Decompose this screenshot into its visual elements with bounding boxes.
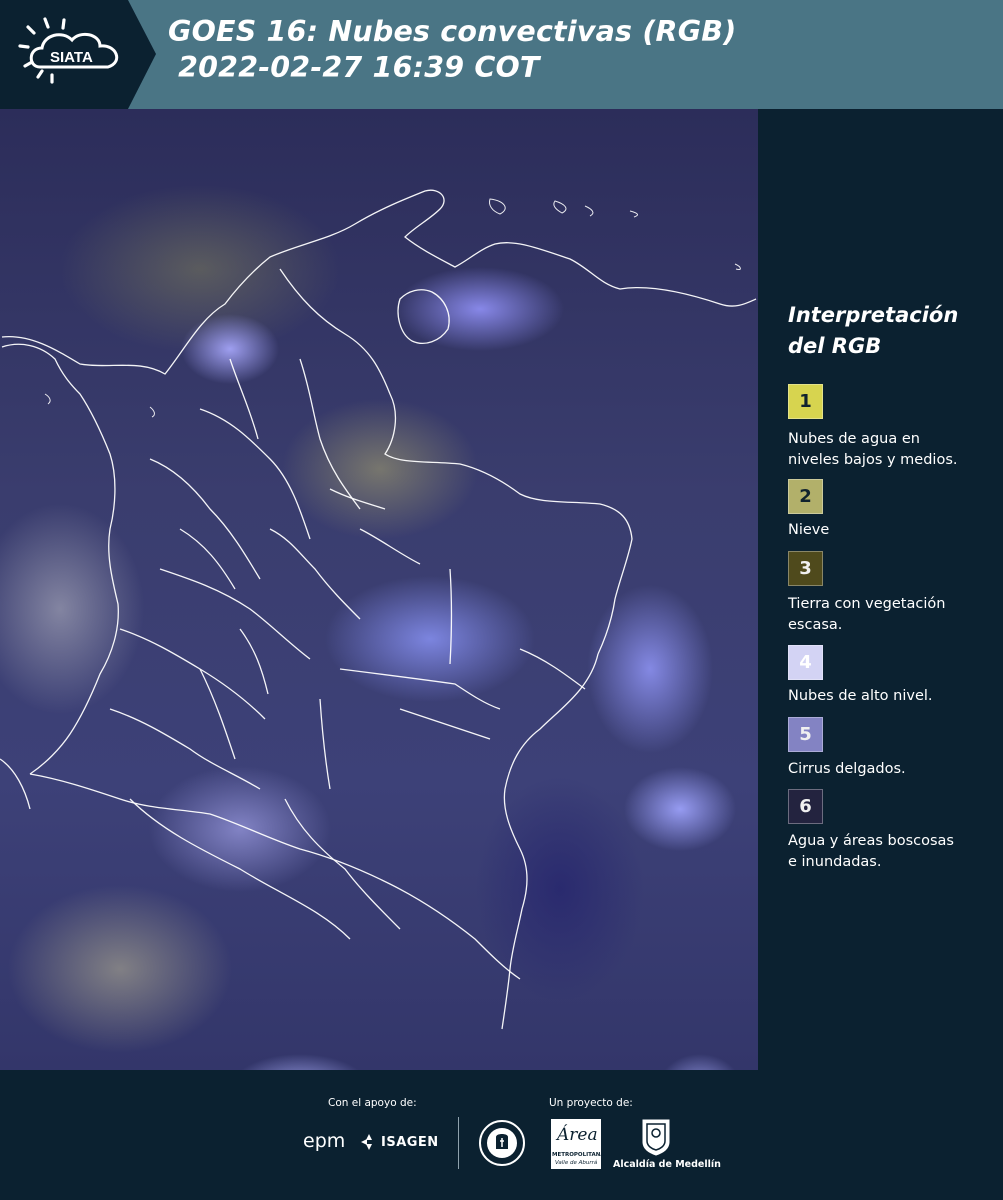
area-logo-main-text: Área bbox=[557, 1125, 598, 1145]
legend-swatch-4: 4 bbox=[788, 645, 823, 680]
shield-icon bbox=[642, 1119, 670, 1156]
legend-item-3-text: Tierra con vegetación escasa. bbox=[788, 594, 988, 636]
legend-item-2-line-1: Nieve bbox=[788, 522, 830, 538]
legend-item-1-text: Nubes de agua en niveles bajos y medios. bbox=[788, 429, 988, 471]
siata-logo-text: SIATA bbox=[50, 49, 93, 66]
legend-swatch-5: 5 bbox=[788, 717, 823, 752]
isagen-logo-text: ISAGEN bbox=[381, 1135, 439, 1150]
legend-item-2-text: Nieve bbox=[788, 520, 988, 541]
legend-swatch-1: 1 bbox=[788, 384, 823, 419]
seal-icon bbox=[479, 1120, 525, 1166]
legend-title-line-1: Interpretación bbox=[788, 303, 959, 327]
legend-item-6-text: Agua y áreas boscosas e inundadas. bbox=[788, 831, 988, 873]
isagen-icon bbox=[361, 1134, 372, 1150]
legend-item-5-line-1: Cirrus delgados. bbox=[788, 761, 906, 777]
epm-logo: epm bbox=[303, 1130, 346, 1152]
legend-item-3-line-2: escasa. bbox=[788, 617, 843, 633]
legend-item-4-text: Nubes de alto nivel. bbox=[788, 686, 988, 707]
footer-divider bbox=[458, 1117, 459, 1169]
page-title: GOES 16: Nubes convectivas (RGB) 2022-02… bbox=[168, 14, 736, 86]
title-line-2: 2022-02-27 16:39 COT bbox=[168, 51, 540, 84]
header-bar: SIATA GOES 16: Nubes convectivas (RGB) 2… bbox=[0, 0, 1003, 109]
alcaldia-shield bbox=[641, 1118, 671, 1160]
legend-item-5-text: Cirrus delgados. bbox=[788, 759, 988, 780]
border-lines bbox=[0, 189, 757, 1030]
isagen-logo bbox=[360, 1133, 378, 1155]
title-line-1: GOES 16: Nubes convectivas (RGB) bbox=[168, 15, 737, 48]
area-metropolitana-logo: Área METROPOLITANA Valle de Aburrá bbox=[551, 1119, 605, 1169]
area-logo-sub2: Valle de Aburrá bbox=[555, 1160, 598, 1166]
support-label: Con el apoyo de: bbox=[328, 1097, 417, 1109]
medellin-seal bbox=[478, 1117, 526, 1173]
satellite-map bbox=[0, 109, 758, 1070]
legend-swatch-3: 3 bbox=[788, 551, 823, 586]
legend-title-line-2: del RGB bbox=[788, 334, 882, 358]
legend-item-3-line-1: Tierra con vegetación bbox=[788, 596, 946, 612]
area-logo-sub1: METROPOLITANA bbox=[552, 1152, 605, 1158]
legend-item-6-line-2: e inundadas. bbox=[788, 854, 882, 870]
legend-swatch-2: 2 bbox=[788, 479, 823, 514]
legend-swatch-6: 6 bbox=[788, 789, 823, 824]
project-label: Un proyecto de: bbox=[549, 1097, 633, 1109]
siata-logo: SIATA bbox=[0, 0, 158, 109]
legend-item-1-line-2: niveles bajos y medios. bbox=[788, 452, 958, 468]
legend-title: Interpretación del RGB bbox=[788, 300, 958, 362]
alcaldia-logo-text: Alcaldía de Medellín bbox=[613, 1159, 721, 1170]
legend-item-6-line-1: Agua y áreas boscosas bbox=[788, 833, 954, 849]
legend-item-4-line-1: Nubes de alto nivel. bbox=[788, 688, 933, 704]
legend-item-1-line-1: Nubes de agua en bbox=[788, 431, 920, 447]
